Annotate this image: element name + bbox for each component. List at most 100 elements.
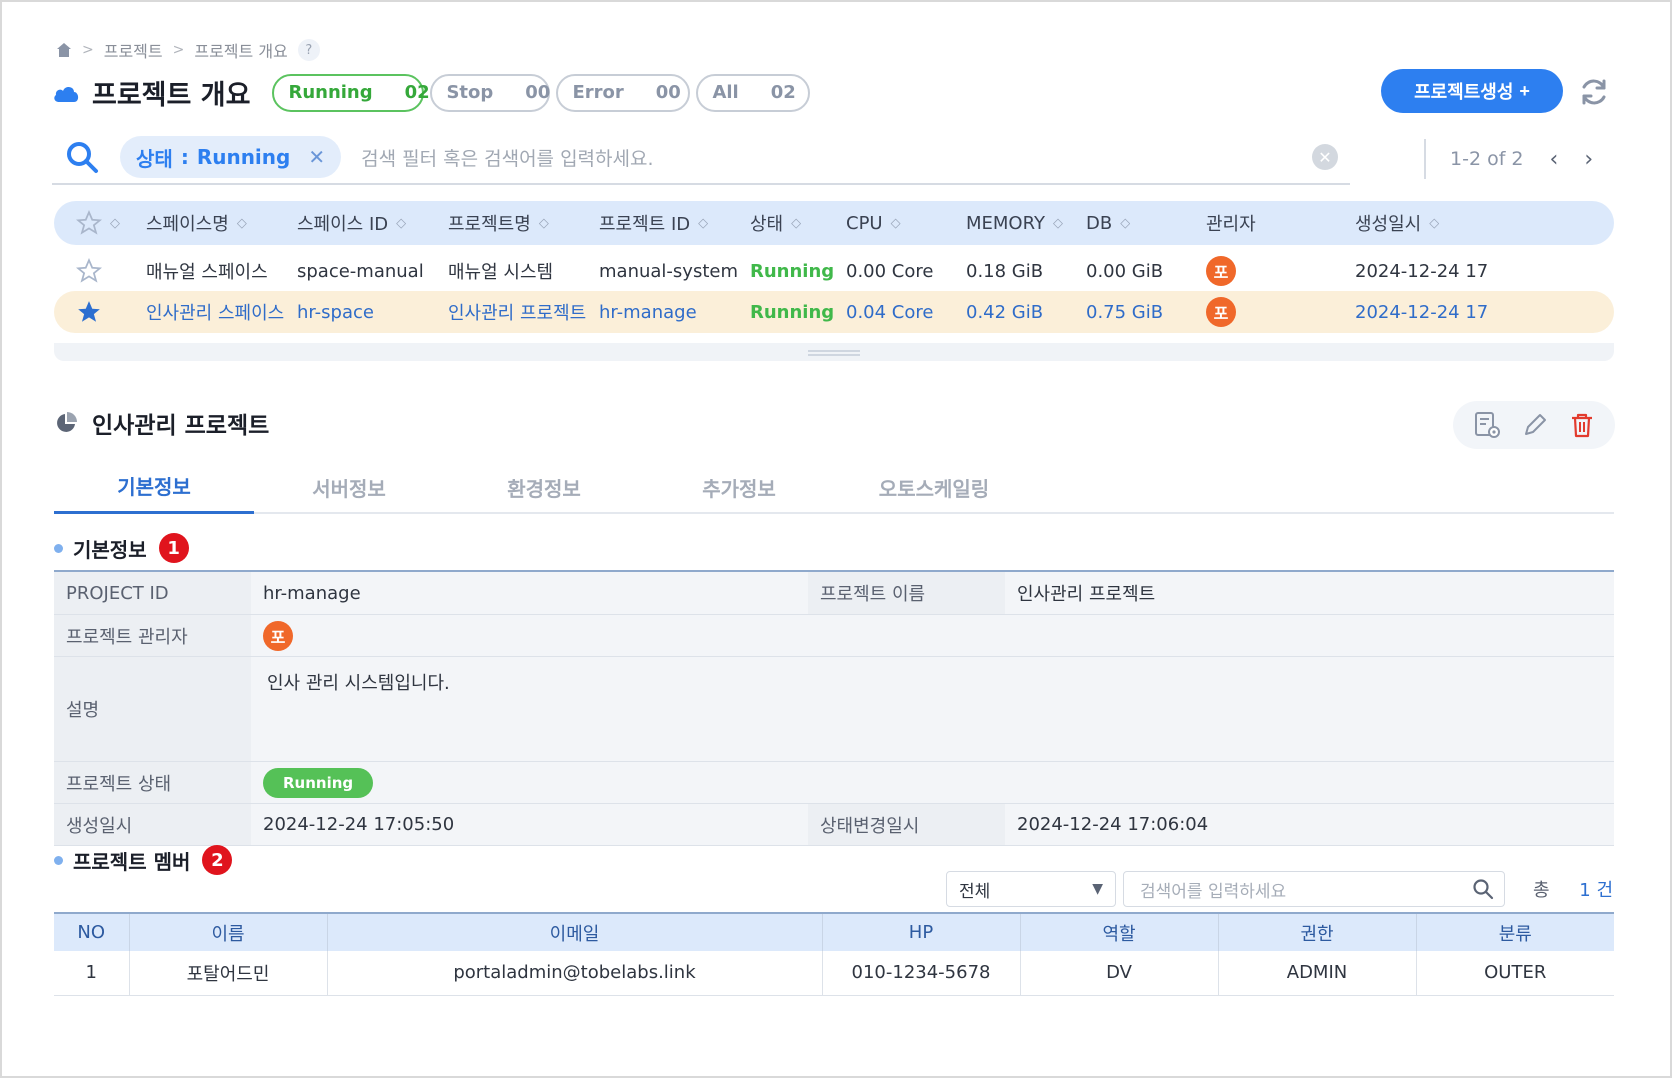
col-label: DB [1086,212,1113,234]
search-icon[interactable] [64,139,100,175]
total-label: 총 [1533,880,1550,901]
star-outline-icon [76,210,102,235]
chip-colon: : [180,145,189,169]
info-row: 프로젝트 상태 Running [54,762,1614,804]
tab-server-info[interactable]: 서버정보 [249,460,449,514]
create-project-label: 프로젝트생성 [1414,82,1514,102]
chevron-right-icon: > [82,42,94,58]
sort-icon[interactable]: ◇ [891,216,901,231]
filter-error-label: Error [572,82,624,103]
value-project-id: hr-manage [263,582,361,604]
sort-icon[interactable]: ◇ [1053,216,1063,231]
tab-env-info[interactable]: 환경정보 [444,460,644,514]
chevron-right-icon: > [172,42,185,58]
tab-extra-info[interactable]: 추가정보 [639,460,839,514]
detail-actions [1453,401,1615,449]
value-created: 2024-12-24 17:05:50 [263,814,455,835]
step-badge: 2 [202,845,233,875]
avatar: 포 [1206,297,1236,327]
pagination: 1-2 of 2 ‹ › [1424,139,1593,179]
col-space-name[interactable]: 스페이스명 ◇ [146,201,247,245]
next-page-icon[interactable]: › [1584,147,1593,172]
col-label: 상태 [750,214,784,235]
col-created[interactable]: 생성일시 ◇ [1355,201,1439,245]
col-label: 관리자 [1206,214,1256,235]
basic-info-table: PROJECT ID hr-manage 프로젝트 이름 인사관리 프로젝트 프… [54,570,1614,846]
col-name: 이름 [129,913,328,951]
value-status: Running [251,762,374,803]
col-space-id[interactable]: 스페이스 ID ◇ [297,201,406,245]
breadcrumb: > 프로젝트 > 프로젝트 개요 ? [56,38,320,62]
tab-basic-info[interactable]: 기본정보 [54,460,254,514]
chip-remove-icon[interactable]: ✕ [308,145,325,169]
help-icon[interactable]: ? [297,39,320,61]
filter-stop[interactable]: Stop 00 [430,73,551,112]
caret-down-icon: ▼ [1092,881,1103,897]
favorite-toggle[interactable] [76,291,102,333]
member-filter-select[interactable]: 전체 ▼ [946,871,1116,907]
prev-page-icon[interactable]: ‹ [1550,147,1559,172]
edit-icon[interactable] [1521,411,1549,439]
avatar: 포 [263,620,293,651]
col-label: 스페이스명 [146,214,229,235]
home-icon[interactable] [56,42,72,58]
filter-running[interactable]: Running 02 [272,73,430,112]
select-value: 전체 [959,881,991,902]
col-db[interactable]: DB ◇ [1086,201,1130,245]
sort-icon[interactable]: ◇ [539,216,549,231]
pie-chart-icon [57,412,77,432]
detail-title: 인사관리 프로젝트 [92,413,270,439]
col-project-id[interactable]: 프로젝트 ID ◇ [599,201,708,245]
cell-created: 2024-12-24 17:4 [1355,260,1489,282]
sort-icon[interactable]: ◇ [791,216,801,231]
sort-icon[interactable]: ◇ [1120,216,1130,231]
search-icon[interactable] [1472,878,1494,900]
settings-document-icon[interactable] [1472,410,1502,440]
col-project-name[interactable]: 프로젝트명 ◇ [448,201,549,245]
basic-info-title: 기본정보 [73,537,147,562]
info-row: PROJECT ID hr-manage 프로젝트 이름 인사관리 프로젝트 [54,572,1614,615]
cell-project-id: hr-manage [599,301,697,323]
col-label: 프로젝트 ID [599,214,691,235]
label-created: 생성일시 [54,804,251,845]
page-title: 프로젝트 개요 [92,80,251,111]
resize-handle[interactable] [808,350,860,356]
table-row[interactable]: 매뉴얼 스페이스 space-manual 매뉴얼 시스템 manual-sys… [54,250,1614,292]
table-row-selected[interactable]: 인사관리 스페이스 hr-space 인사관리 프로젝트 hr-manage R… [54,291,1614,333]
bullet-dot [54,543,63,553]
col-status[interactable]: 상태 ◇ [750,201,801,245]
filter-error[interactable]: Error 00 [556,73,691,112]
member-search-input[interactable]: 검색어를 입력하세요 [1123,871,1505,907]
cell-db: 0.00 GiB [1086,260,1164,282]
col-label: 생성일시 [1355,214,1422,235]
label-status: 프로젝트 상태 [54,762,251,803]
sort-icon[interactable]: ◇ [698,216,708,231]
sort-icon[interactable]: ◇ [1429,216,1439,231]
status-filter-chip[interactable]: 상태 : Running ✕ [120,136,342,178]
cell-space-id: hr-space [297,301,374,323]
favorite-toggle[interactable] [76,250,102,292]
total-count: 1 건 [1579,880,1614,901]
favorite-header[interactable]: ◇ [76,201,120,245]
info-row: 생성일시 2024-12-24 17:05:50 상태변경일시 2024-12-… [54,804,1614,846]
clear-search-icon[interactable]: ✕ [1312,144,1338,170]
filter-stop-count: 00 [525,82,551,103]
breadcrumb-item-project[interactable]: 프로젝트 [104,38,163,62]
col-cpu[interactable]: CPU ◇ [846,201,901,245]
sort-icon[interactable]: ◇ [237,216,247,231]
refresh-icon[interactable] [1578,76,1610,108]
members-heading: 프로젝트 멤버 2 [54,845,233,875]
create-project-button[interactable]: 프로젝트생성 + [1381,69,1563,113]
tab-autoscaling[interactable]: 오토스케일링 [834,460,1034,514]
sort-icon[interactable]: ◇ [396,216,406,231]
col-type: 분류 [1416,913,1614,951]
sort-icon[interactable]: ◇ [110,216,120,231]
search-input[interactable]: 검색 필터 혹은 검색어를 입력하세요. [361,144,1312,171]
filter-all[interactable]: All 02 [696,73,811,112]
detail-tabs: 기본정보 서버정보 환경정보 추가정보 오토스케일링 [54,460,1614,514]
table-row[interactable]: 1 포탈어드민 portaladmin@tobelabs.link 010-12… [54,951,1614,996]
cell-cpu: 0.04 Core [846,301,934,323]
col-email: 이메일 [327,913,823,951]
trash-icon[interactable] [1568,411,1596,439]
col-memory[interactable]: MEMORY ◇ [966,201,1063,245]
